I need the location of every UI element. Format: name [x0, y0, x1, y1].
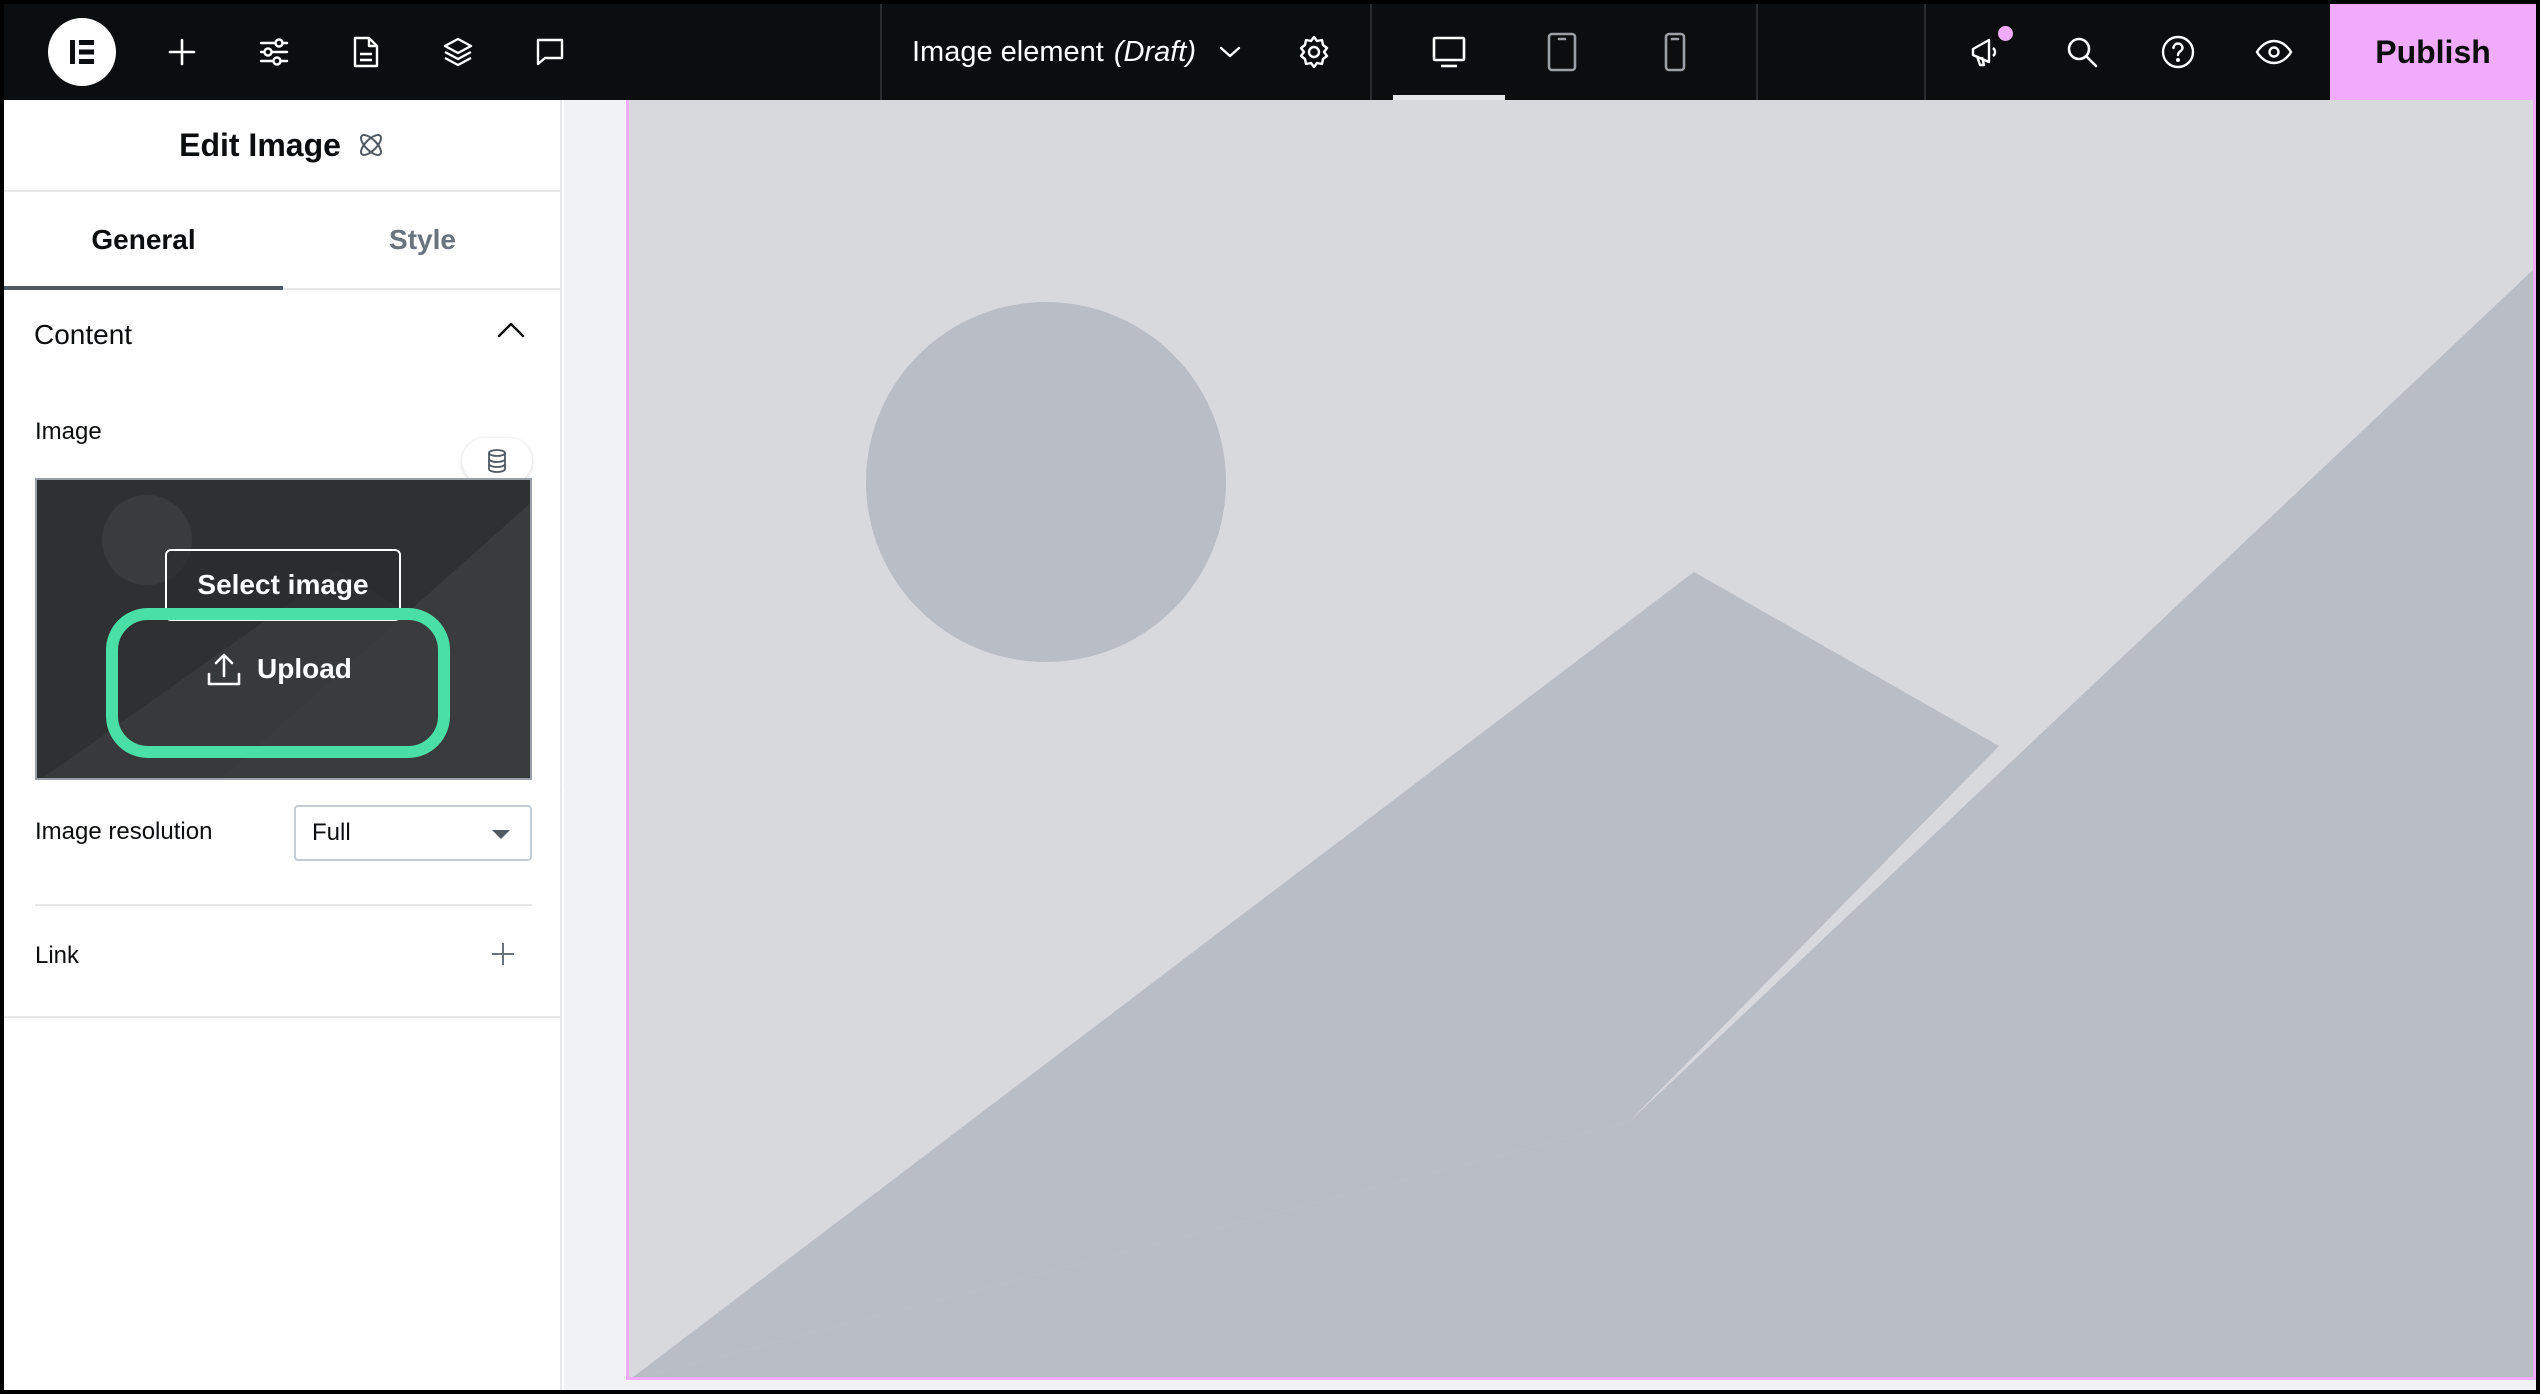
editor-canvas	[564, 100, 2536, 1390]
section-title: Content	[34, 319, 133, 350]
layers-icon[interactable]	[430, 4, 486, 100]
publish-button[interactable]: Publish	[2330, 4, 2536, 100]
mobile-view-icon[interactable]	[1619, 4, 1731, 100]
image-resolution-value: Full	[312, 819, 351, 846]
add-element-icon[interactable]	[154, 4, 210, 100]
caret-down-icon	[492, 830, 510, 839]
panel-tabs: General Style	[4, 192, 562, 290]
panel-title: Edit Image	[179, 126, 341, 163]
app-window: Image element (Draft) Publish Edit Image…	[4, 4, 2536, 1390]
page-structure-document-icon[interactable]	[338, 4, 394, 100]
upload-icon	[207, 653, 241, 686]
placeholder-thumbnail	[37, 480, 530, 778]
elementor-logo-icon[interactable]	[48, 18, 116, 86]
document-name: Image element	[912, 35, 1104, 68]
image-resolution-select[interactable]: Full	[294, 805, 532, 861]
upload-label: Upload	[257, 653, 352, 684]
link-label: Link	[35, 942, 80, 969]
notification-dot	[1998, 26, 2013, 41]
chevron-up-icon	[496, 320, 526, 345]
divider	[1924, 4, 1926, 100]
panel-header: Edit Image	[4, 100, 562, 192]
image-field-label: Image	[35, 418, 102, 445]
comments-icon[interactable]	[522, 4, 578, 100]
divider	[1756, 4, 1758, 100]
desktop-view-icon[interactable]	[1393, 4, 1505, 100]
divider	[880, 4, 882, 100]
document-status: (Draft)	[1113, 35, 1196, 68]
image-element-preview[interactable]	[626, 100, 2536, 1380]
upload-button[interactable]: Upload	[205, 650, 352, 688]
tab-style[interactable]: Style	[283, 192, 562, 288]
page-settings-gear-icon[interactable]	[1284, 4, 1344, 100]
image-placeholder-icon	[629, 100, 2533, 1377]
select-image-button[interactable]: Select image	[165, 549, 401, 621]
image-resolution-label: Image resolution	[35, 818, 213, 845]
preview-eye-icon[interactable]	[2246, 4, 2302, 100]
help-icon[interactable]	[2150, 4, 2206, 100]
tablet-view-icon[interactable]	[1506, 4, 1618, 100]
document-title[interactable]: Image element (Draft)	[912, 4, 1242, 100]
site-settings-sliders-icon[interactable]	[246, 4, 302, 100]
search-icon[interactable]	[2054, 4, 2110, 100]
plus-icon	[490, 941, 516, 972]
editor-panel: Edit Image General Style Content Image S…	[4, 100, 562, 1390]
whats-new-megaphone-icon[interactable]	[1958, 4, 2014, 100]
link-section-toggle[interactable]: Link	[4, 905, 562, 1007]
content-section-toggle[interactable]: Content	[4, 290, 562, 380]
image-media-control[interactable]: Select image Upload	[35, 478, 532, 780]
ai-atom-icon[interactable]	[355, 129, 387, 161]
divider	[4, 1016, 562, 1018]
chevron-down-icon	[1218, 44, 1242, 60]
tab-general[interactable]: General	[4, 192, 283, 290]
divider	[1370, 4, 1372, 100]
top-bar: Image element (Draft) Publish	[4, 4, 2536, 100]
